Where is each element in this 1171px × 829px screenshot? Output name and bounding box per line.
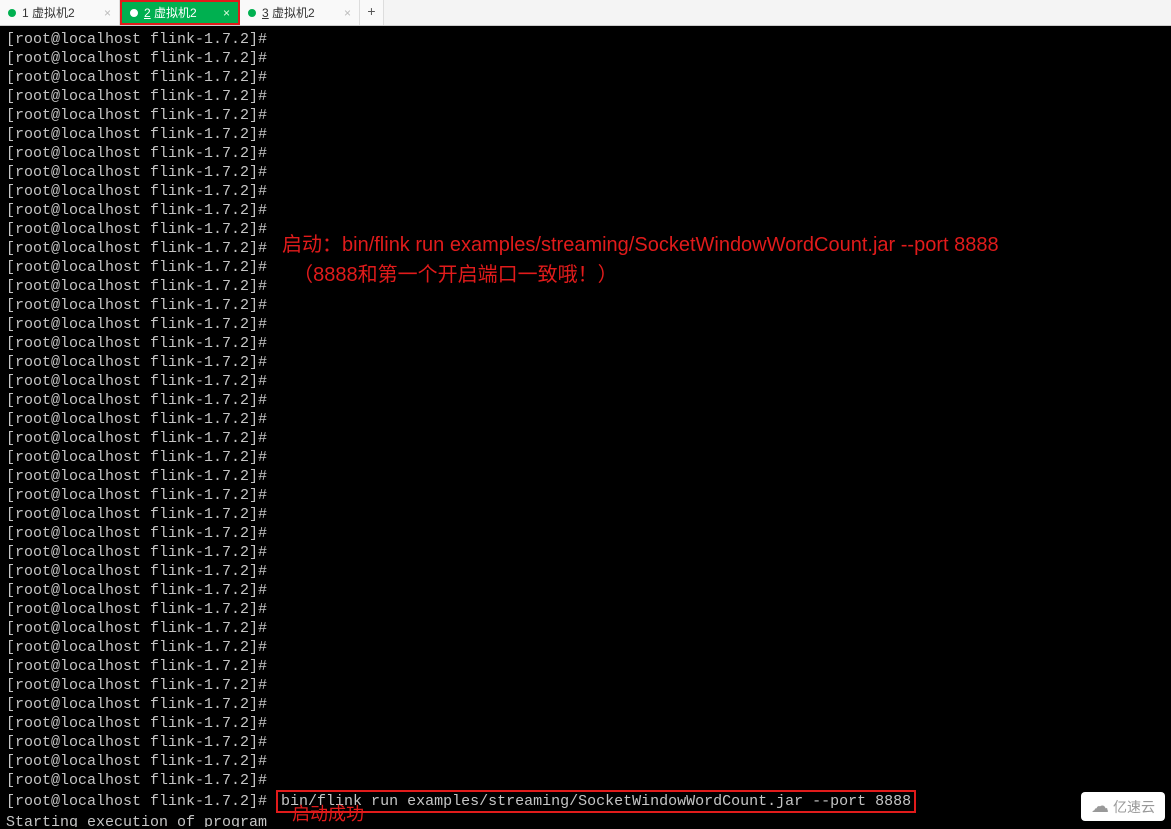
tab-label: 3 虚拟机2 [262, 4, 338, 21]
status-dot-icon [8, 9, 16, 17]
close-icon[interactable]: × [104, 7, 111, 19]
tab-vm-1[interactable]: 1 虚拟机2 × [0, 0, 120, 25]
prompt-line: [root@localhost flink-1.7.2]# [6, 467, 1165, 486]
prompt-line: [root@localhost flink-1.7.2]# [6, 619, 1165, 638]
cloud-icon: ☁ [1091, 796, 1109, 817]
prompt-line: [root@localhost flink-1.7.2]# [6, 714, 1165, 733]
tab-bar: 1 虚拟机2 × 2 虚拟机2 × 3 虚拟机2 × + [0, 0, 1171, 26]
prompt-line: [root@localhost flink-1.7.2]# [6, 410, 1165, 429]
prompt-line: [root@localhost flink-1.7.2]# [6, 505, 1165, 524]
prompt-line: [root@localhost flink-1.7.2]# [6, 144, 1165, 163]
prompt-line: [root@localhost flink-1.7.2]# [6, 695, 1165, 714]
prompt-line: [root@localhost flink-1.7.2]# [6, 486, 1165, 505]
watermark-text: 亿速云 [1113, 797, 1155, 817]
prompt-line: [root@localhost flink-1.7.2]# [6, 87, 1165, 106]
prompt-line: [root@localhost flink-1.7.2]# [6, 581, 1165, 600]
prompt-line: [root@localhost flink-1.7.2]# [6, 163, 1165, 182]
annotation-start-command: 启动：bin/flink run examples/streaming/Sock… [282, 230, 1162, 290]
prompt-line: [root@localhost flink-1.7.2]# [6, 106, 1165, 125]
prompt-line: [root@localhost flink-1.7.2]# [6, 733, 1165, 752]
prompt-line: [root@localhost flink-1.7.2]# [6, 676, 1165, 695]
watermark-logo: ☁ 亿速云 [1081, 792, 1165, 821]
prompt-line: [root@localhost flink-1.7.2]# [6, 771, 1165, 790]
annotation-success: 启动成功 [292, 799, 364, 829]
prompt-line: [root@localhost flink-1.7.2]# [6, 752, 1165, 771]
prompt-line: [root@localhost flink-1.7.2]# [6, 30, 1165, 49]
tab-label: 1 虚拟机2 [22, 4, 98, 21]
prompt-line: [root@localhost flink-1.7.2]# [6, 429, 1165, 448]
prompt-line: [root@localhost flink-1.7.2]# [6, 49, 1165, 68]
command-highlight-box: bin/flink run examples/streaming/SocketW… [276, 790, 916, 813]
prompt-line: [root@localhost flink-1.7.2]# [6, 448, 1165, 467]
status-dot-icon [248, 9, 256, 17]
prompt-line: [root@localhost flink-1.7.2]# [6, 182, 1165, 201]
status-dot-icon [130, 9, 138, 17]
prompt-line: [root@localhost flink-1.7.2]# [6, 201, 1165, 220]
add-tab-button[interactable]: + [360, 0, 384, 25]
prompt-line: [root@localhost flink-1.7.2]# [6, 657, 1165, 676]
close-icon[interactable]: × [344, 7, 351, 19]
prompt-line: [root@localhost flink-1.7.2]# [6, 562, 1165, 581]
prompt-line: [root@localhost flink-1.7.2]# [6, 353, 1165, 372]
tab-label: 2 虚拟机2 [144, 4, 217, 21]
prompt-line: [root@localhost flink-1.7.2]# [6, 125, 1165, 144]
prompt-line: [root@localhost flink-1.7.2]# [6, 315, 1165, 334]
prompt-line: [root@localhost flink-1.7.2]# [6, 543, 1165, 562]
prompt-line: [root@localhost flink-1.7.2]# [6, 68, 1165, 87]
tab-vm-3[interactable]: 3 虚拟机2 × [240, 0, 360, 25]
prompt-line: [root@localhost flink-1.7.2]# [6, 638, 1165, 657]
output-line: Starting execution of program [6, 813, 1165, 827]
tab-vm-2[interactable]: 2 虚拟机2 × [120, 0, 240, 25]
prompt-line: [root@localhost flink-1.7.2]# [6, 296, 1165, 315]
prompt-line: [root@localhost flink-1.7.2]# [6, 600, 1165, 619]
prompt-line: [root@localhost flink-1.7.2]# [6, 391, 1165, 410]
prompt-line: [root@localhost flink-1.7.2]# [6, 524, 1165, 543]
prompt-line: [root@localhost flink-1.7.2]# [6, 334, 1165, 353]
close-icon[interactable]: × [223, 7, 230, 19]
command-line: [root@localhost flink-1.7.2]# bin/flink … [6, 790, 1165, 813]
terminal-output[interactable]: [root@localhost flink-1.7.2]#[root@local… [0, 26, 1171, 827]
prompt-line: [root@localhost flink-1.7.2]# [6, 372, 1165, 391]
